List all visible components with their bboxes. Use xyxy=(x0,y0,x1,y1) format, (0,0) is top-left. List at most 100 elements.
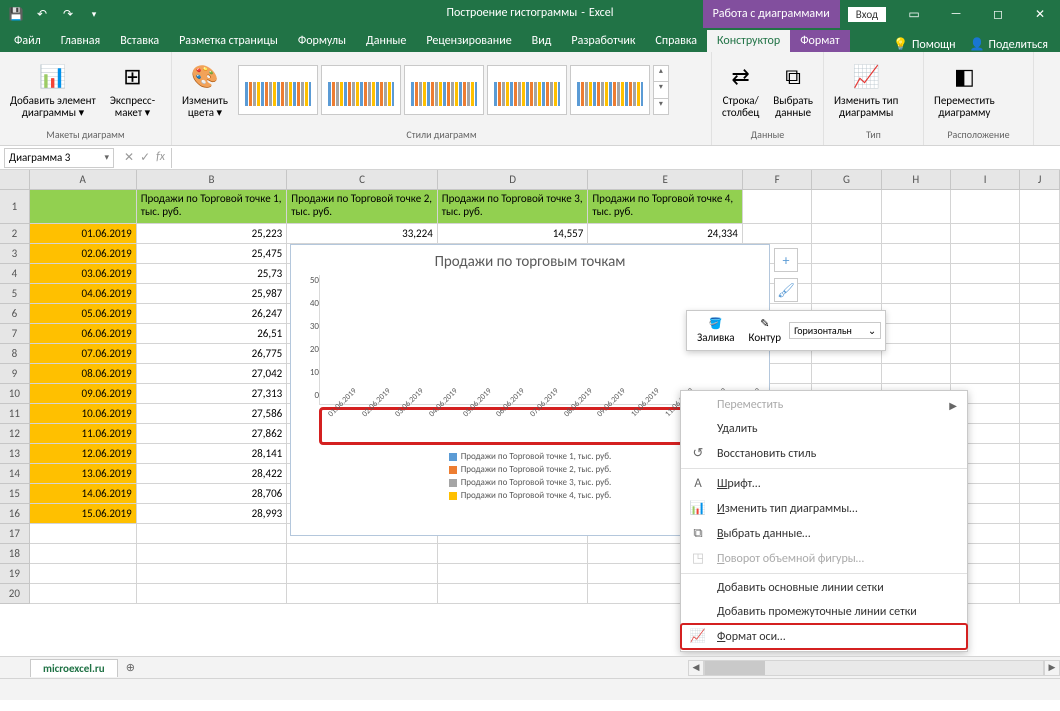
chart-title[interactable]: Продажи по торговым точкам xyxy=(291,245,769,275)
group-label-layouts: Макеты диаграмм xyxy=(6,126,165,143)
scroll-left-button[interactable]: ◀ xyxy=(688,660,704,676)
switch-icon: ⇄ xyxy=(725,61,757,93)
ribbon-tabs: Файл Главная Вставка Разметка страницы Ф… xyxy=(0,28,1060,52)
axis-selector[interactable]: Горизонтальн⌄ xyxy=(789,322,881,339)
chart-side-buttons: + 🖌 xyxy=(774,248,798,302)
context-menu-item[interactable]: Удалить xyxy=(681,417,967,441)
chart-brush-button[interactable]: 🖌 xyxy=(774,278,798,302)
fill-button[interactable]: 🪣Заливка xyxy=(691,315,741,346)
tab-view[interactable]: Вид xyxy=(522,30,562,52)
select-data-icon: ⧉ xyxy=(777,61,809,93)
lightbulb-icon: 💡 xyxy=(893,37,908,52)
formula-bar: Диаграмма 3▾ ✕ ✓ fx xyxy=(0,146,1060,170)
accept-fx-icon[interactable]: ✓ xyxy=(140,150,150,165)
chart-tools-tab-title: Работа с диаграммами xyxy=(703,0,840,28)
minimize-icon[interactable]: — xyxy=(936,0,976,28)
add-chart-element-button[interactable]: 📊Добавить элемент диаграммы ▾ xyxy=(6,59,100,121)
context-menu: Переместить▶Удалить↺Восстановить стиль AШ… xyxy=(680,390,968,652)
name-box[interactable]: Диаграмма 3▾ xyxy=(4,148,114,168)
quick-layout-icon: ⊞ xyxy=(116,61,148,93)
tab-home[interactable]: Главная xyxy=(51,30,110,52)
horizontal-scrollbar[interactable] xyxy=(704,660,1044,676)
tab-formulas[interactable]: Формулы xyxy=(288,30,356,52)
tab-help[interactable]: Справка xyxy=(645,30,707,52)
gallery-scroll[interactable]: ▴▾▾ xyxy=(653,65,669,115)
col-header[interactable]: A xyxy=(30,170,137,189)
change-chart-type-button[interactable]: 📈Изменить тип диаграммы xyxy=(830,59,902,121)
switch-row-column-button[interactable]: ⇄Строка/ столбец xyxy=(718,59,763,121)
chart-styles-gallery[interactable]: ▴▾▾ xyxy=(238,65,669,115)
context-menu-item: Переместить▶ xyxy=(681,393,967,417)
tab-developer[interactable]: Разработчик xyxy=(561,30,645,52)
context-menu-item[interactable]: Добавить основные линии сетки xyxy=(681,576,967,600)
qat-customize-icon[interactable]: ▾ xyxy=(82,2,106,26)
select-data-button[interactable]: ⧉Выбрать данные xyxy=(769,59,817,121)
change-colors-button[interactable]: 🎨Изменить цвета ▾ xyxy=(178,59,232,121)
chevron-down-icon[interactable]: ▾ xyxy=(104,152,109,163)
col-header[interactable]: C xyxy=(287,170,438,189)
context-menu-item: ◳Поворот объемной фигуры… xyxy=(681,546,967,571)
col-header[interactable]: I xyxy=(951,170,1020,189)
share-button[interactable]: 👤Поделиться xyxy=(970,37,1048,52)
scroll-right-button[interactable]: ▶ xyxy=(1044,660,1060,676)
share-icon: 👤 xyxy=(970,37,985,52)
quick-layout-button[interactable]: ⊞Экспресс- макет ▾ xyxy=(106,59,159,121)
app-name: Excel xyxy=(589,6,614,20)
context-menu-item[interactable]: ↺Восстановить стиль xyxy=(681,441,967,466)
redo-icon[interactable]: ↷ xyxy=(56,2,80,26)
undo-icon[interactable]: ↶ xyxy=(30,2,54,26)
chart-style-thumb[interactable] xyxy=(404,65,484,115)
maximize-icon[interactable]: ◻ xyxy=(978,0,1018,28)
outline-button[interactable]: ✎Контур xyxy=(743,315,788,346)
close-icon[interactable]: ✕ xyxy=(1020,0,1060,28)
tab-review[interactable]: Рецензирование xyxy=(416,30,521,52)
bucket-icon: 🪣 xyxy=(709,317,723,330)
tab-design[interactable]: Конструктор xyxy=(707,30,790,52)
context-menu-item[interactable]: AШрифт… xyxy=(681,471,967,496)
col-header[interactable]: G xyxy=(812,170,881,189)
tab-insert[interactable]: Вставка xyxy=(110,30,169,52)
titlebar: 💾 ↶ ↷ ▾ Построение гистограммы - Excel Р… xyxy=(0,0,1060,28)
group-label-location: Расположение xyxy=(930,126,1027,143)
tab-page-layout[interactable]: Разметка страницы xyxy=(169,30,288,52)
add-sheet-button[interactable]: ⊕ xyxy=(118,661,143,674)
context-menu-item[interactable]: ⧉Выбрать данные… xyxy=(681,521,967,546)
fx-icon[interactable]: fx xyxy=(156,150,165,165)
chevron-down-icon: ⌄ xyxy=(868,324,876,337)
tab-format[interactable]: Формат xyxy=(790,30,849,52)
quick-access-toolbar: 💾 ↶ ↷ ▾ xyxy=(0,2,106,26)
tab-file[interactable]: Файл xyxy=(4,30,51,52)
context-menu-item[interactable]: Добавить промежуточные линии сетки xyxy=(681,600,967,624)
col-header[interactable]: H xyxy=(882,170,951,189)
chart-style-thumb[interactable] xyxy=(321,65,401,115)
ribbon: 📊Добавить элемент диаграммы ▾ ⊞Экспресс-… xyxy=(0,52,1060,146)
sheet-tab[interactable]: microexcel.ru xyxy=(30,659,118,677)
context-menu-item[interactable]: 📊Изменить тип диаграммы… xyxy=(681,496,967,521)
save-icon[interactable]: 💾 xyxy=(4,2,28,26)
col-header[interactable]: E xyxy=(588,170,743,189)
select-all-corner[interactable] xyxy=(0,170,30,189)
status-bar xyxy=(0,678,1060,700)
help-button[interactable]: 💡Помощн xyxy=(893,37,956,52)
window-title: Построение гистограммы - Excel xyxy=(447,6,614,20)
col-header[interactable]: B xyxy=(137,170,288,189)
context-menu-item[interactable]: 📈Формат оси… xyxy=(681,624,967,649)
group-label-styles: Стили диаграмм xyxy=(178,126,705,143)
chart-plus-button[interactable]: + xyxy=(774,248,798,272)
col-header[interactable]: J xyxy=(1020,170,1060,189)
tab-data[interactable]: Данные xyxy=(356,30,416,52)
login-button[interactable]: Вход xyxy=(848,7,886,22)
y-axis[interactable]: 50403020100 xyxy=(299,275,319,405)
pen-icon: ✎ xyxy=(760,317,769,330)
formula-input[interactable] xyxy=(171,148,1060,168)
col-header[interactable]: D xyxy=(438,170,589,189)
ribbon-options-icon[interactable]: ▭ xyxy=(894,0,934,28)
spreadsheet-grid[interactable]: A B C D E F G H I J 1Продажи по Торговой… xyxy=(0,170,1060,656)
chart-style-thumb[interactable] xyxy=(487,65,567,115)
move-chart-button[interactable]: ◧Переместить диаграмму xyxy=(930,59,999,121)
doc-name: Построение гистограммы xyxy=(447,6,578,20)
col-header[interactable]: F xyxy=(743,170,812,189)
cancel-fx-icon[interactable]: ✕ xyxy=(124,150,134,165)
chart-style-thumb[interactable] xyxy=(238,65,318,115)
chart-style-thumb[interactable] xyxy=(570,65,650,115)
